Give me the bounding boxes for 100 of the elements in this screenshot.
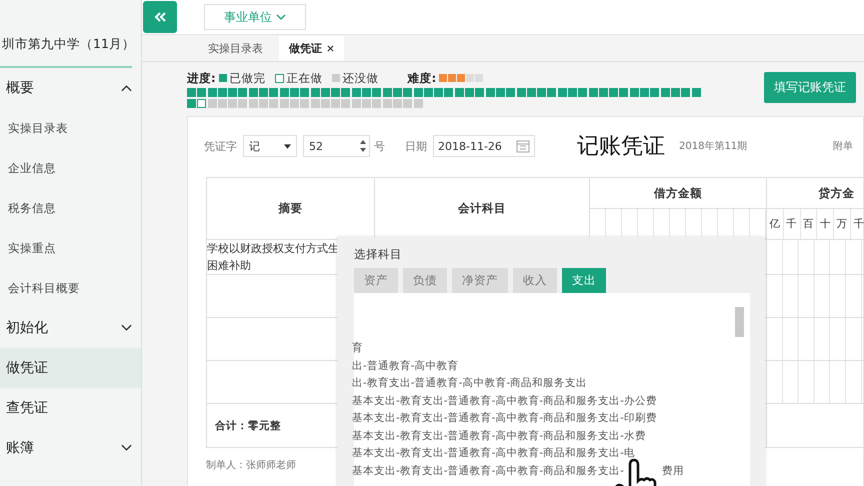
account-option[interactable]: 育 (352, 341, 363, 358)
progress-cell[interactable] (414, 99, 423, 108)
progress-cell[interactable] (650, 88, 660, 97)
account-option[interactable]: 基本支出-教育支出-普通教育-高中教育-商品和服务支出-办公费 (352, 394, 657, 411)
account-option[interactable]: 费用 (662, 464, 684, 481)
progress-cell[interactable] (609, 88, 618, 97)
progress-cell[interactable] (310, 99, 320, 108)
account-option[interactable]: 基本支出-教育支出-普通教育-高中教育-商品和服务支出-电 (352, 446, 635, 464)
sidebar-item[interactable]: 查凭证 (0, 388, 141, 428)
progress-cell[interactable] (537, 88, 546, 97)
progress-cell[interactable] (392, 99, 402, 108)
progress-cell[interactable] (434, 88, 444, 97)
account-option[interactable]: 出-教育支出-普通教育-高中教育-商品和服务支出 (352, 376, 588, 394)
progress-cell[interactable] (382, 99, 392, 108)
progress-cell[interactable] (228, 99, 238, 108)
progress-cell[interactable] (320, 88, 330, 97)
progress-cell[interactable] (208, 99, 217, 108)
progress-cell[interactable] (619, 88, 628, 97)
progress-cell[interactable] (218, 88, 227, 97)
progress-cell[interactable] (259, 88, 268, 97)
progress-cell[interactable] (403, 99, 412, 108)
progress-cell[interactable] (248, 99, 258, 108)
progress-cell[interactable] (269, 88, 278, 97)
progress-cell[interactable] (259, 99, 268, 108)
tab[interactable]: 实操目录表 (198, 36, 273, 61)
progress-cell[interactable] (238, 88, 248, 97)
progress-cell[interactable] (341, 88, 350, 97)
progress-cell[interactable] (568, 88, 577, 97)
progress-cell[interactable] (187, 99, 196, 108)
progress-cell[interactable] (630, 88, 639, 97)
progress-cell[interactable] (352, 99, 361, 108)
progress-cell[interactable] (516, 88, 526, 97)
progress-cell[interactable] (362, 88, 372, 97)
sidebar-subitem[interactable]: 实操目录表 (0, 108, 141, 148)
account-option[interactable]: 基本支出-教育支出-普通教育-高中教育-商品和服务支出-水费 (352, 428, 646, 446)
progress-cell[interactable] (382, 88, 392, 97)
progress-cell[interactable] (208, 88, 217, 97)
progress-cell[interactable] (197, 88, 206, 97)
date-field[interactable]: 2018-11-26 (433, 135, 535, 157)
progress-cell[interactable] (331, 99, 340, 108)
progress-cell[interactable] (341, 99, 350, 108)
progress-cell[interactable] (290, 88, 299, 97)
sidebar-subitem[interactable]: 税务信息 (0, 188, 141, 228)
progress-cell[interactable] (248, 88, 258, 97)
progress-cell[interactable] (269, 99, 278, 108)
progress-cell[interactable] (280, 99, 289, 108)
progress-cell[interactable] (526, 88, 536, 97)
progress-cell[interactable] (310, 88, 320, 97)
progress-cell[interactable] (670, 88, 680, 97)
progress-cell[interactable] (218, 99, 227, 108)
progress-cell[interactable] (547, 88, 556, 97)
progress-cell[interactable] (454, 88, 464, 97)
progress-cell[interactable] (280, 88, 289, 97)
sidebar-subitem[interactable]: 企业信息 (0, 148, 141, 188)
progress-cell[interactable] (300, 88, 310, 97)
account-option[interactable]: 基本支出-教育支出-普通教育-高中教育-商品和服务支出-印刷费 (352, 411, 657, 428)
progress-cell[interactable] (187, 88, 196, 97)
tab[interactable]: 做凭证 (279, 36, 344, 61)
progress-cell[interactable] (486, 88, 495, 97)
progress-cell[interactable] (238, 99, 248, 108)
progress-cell[interactable] (372, 88, 382, 97)
progress-cell[interactable] (640, 88, 650, 97)
calendar-icon[interactable] (516, 139, 530, 153)
sidebar-item[interactable]: 账簿 (0, 428, 141, 468)
progress-cell[interactable] (197, 99, 206, 108)
progress-cell[interactable] (320, 99, 330, 108)
progress-cell[interactable] (660, 88, 670, 97)
progress-cell[interactable] (290, 99, 299, 108)
progress-cell[interactable] (352, 88, 361, 97)
sidebar-item[interactable]: 做凭证 (0, 348, 141, 388)
progress-cell[interactable] (681, 88, 690, 97)
number-field[interactable]: 52 (303, 135, 370, 157)
progress-cell[interactable] (465, 88, 474, 97)
progress-cell[interactable] (475, 88, 484, 97)
progress-cell[interactable] (372, 99, 382, 108)
sidebar-item[interactable]: 初始化 (0, 308, 141, 348)
progress-cell[interactable] (362, 99, 372, 108)
progress-cell[interactable] (588, 88, 598, 97)
progress-cell[interactable] (598, 88, 608, 97)
spinner-icon[interactable] (359, 138, 367, 154)
close-icon[interactable] (327, 45, 334, 52)
progress-cell[interactable] (506, 88, 516, 97)
progress-cell[interactable] (444, 88, 454, 97)
account-option[interactable]: 基本支出-教育支出-普通教育-高中教育-商品和服务支出- (352, 464, 624, 481)
progress-cell[interactable] (496, 88, 505, 97)
account-option[interactable]: 出-普通教育-高中教育 (352, 358, 459, 376)
sidebar-item[interactable]: 概要 (0, 68, 141, 108)
collapse-button[interactable] (143, 1, 177, 33)
progress-cell[interactable] (228, 88, 238, 97)
progress-cell[interactable] (300, 99, 310, 108)
progress-cell[interactable] (331, 88, 340, 97)
progress-cell[interactable] (578, 88, 588, 97)
progress-cell[interactable] (414, 88, 423, 97)
progress-cell[interactable] (424, 88, 433, 97)
progress-cell[interactable] (392, 88, 402, 97)
voucher-word-select[interactable]: 记 (243, 135, 297, 157)
sidebar-subitem[interactable]: 实操重点 (0, 228, 141, 268)
progress-cell[interactable] (558, 88, 567, 97)
progress-cell[interactable] (692, 88, 701, 97)
sidebar-subitem[interactable]: 会计科目概要 (0, 268, 141, 308)
